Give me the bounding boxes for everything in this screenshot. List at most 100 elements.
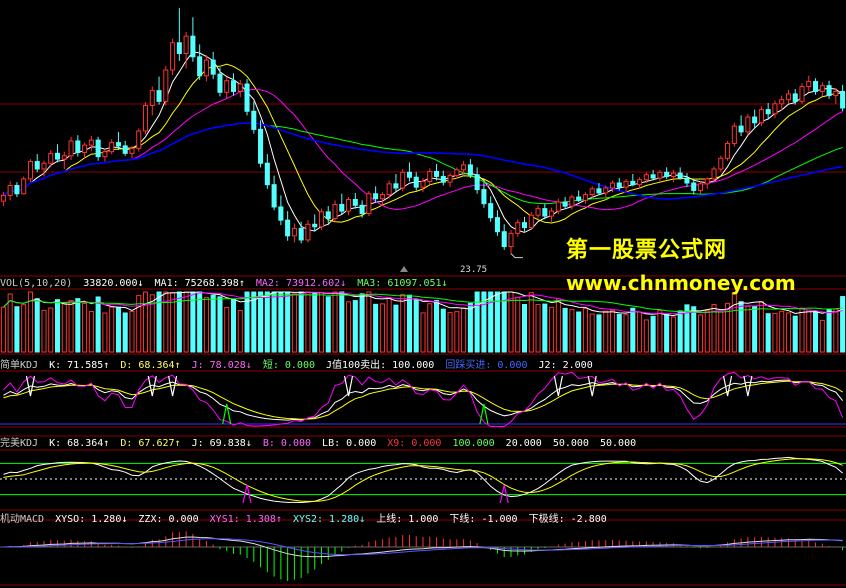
vol-ma3: MA3: 61097.051↓ (357, 278, 448, 289)
volume-bar (752, 305, 758, 353)
volume-bar (562, 307, 568, 353)
volume-bar (156, 291, 162, 353)
candle-body (21, 178, 27, 195)
candle-body (346, 199, 352, 212)
volume-bar (549, 306, 555, 353)
candle-body (190, 35, 196, 58)
macd-panel (0, 531, 846, 581)
candle-body (95, 139, 101, 158)
candle-body (488, 203, 494, 219)
simple-kdj-panel (0, 371, 846, 427)
volume-bar (129, 311, 135, 353)
volume-bar (691, 306, 697, 353)
volume-bar (406, 294, 412, 353)
candle-body (738, 125, 744, 133)
volume-bar (298, 291, 304, 353)
kdj2-20: 20.000 (505, 438, 542, 449)
candle-body (251, 110, 257, 130)
volume-bar (230, 298, 237, 353)
volume-bar (427, 303, 433, 353)
volume-bar (68, 300, 74, 353)
candle-body (691, 182, 697, 191)
volume-bar (664, 314, 670, 353)
volume-bar (582, 307, 588, 353)
candle-body (792, 93, 798, 102)
kdj1-d: D: 68.364↑ (120, 360, 181, 371)
volume-bar (346, 301, 352, 353)
volume-bar (48, 307, 54, 353)
candle-body (406, 171, 412, 178)
volume-bar (420, 312, 426, 353)
kdj2-100: 100.000 (452, 438, 495, 449)
candle-body (637, 179, 643, 186)
volume-bar (258, 291, 264, 353)
volume-bar (840, 296, 846, 353)
candle-body (501, 231, 507, 248)
candle-body (779, 99, 785, 105)
candle-body (237, 83, 243, 92)
candle-body (129, 147, 135, 154)
volume-bar (95, 296, 101, 353)
ma5-line (3, 51, 843, 233)
vol-ma10-line (3, 291, 843, 315)
candle-body (298, 227, 304, 241)
macd-xyso: XYSO: 1.280↓ (55, 514, 128, 525)
macd-lowest: 下极线: -2.800 (528, 514, 607, 525)
candle-body (840, 90, 846, 109)
candle-body (170, 42, 176, 71)
volume-bar (142, 291, 149, 353)
candle-body (183, 35, 189, 54)
macd-upper: 上线: 1.000 (376, 514, 439, 525)
volume-bar (190, 291, 196, 353)
candle-body (197, 56, 203, 77)
candle-body (75, 140, 81, 153)
time-cursor-marker (400, 266, 408, 272)
candle-body (122, 145, 128, 154)
candle-body (352, 199, 358, 206)
volume-bar (799, 307, 805, 353)
volume-bar (291, 293, 297, 353)
kdj1-sell-signal (553, 375, 563, 397)
volume-bar (643, 319, 649, 353)
kdj2-k-line (3, 456, 843, 504)
candle-body (210, 59, 216, 75)
candle-body (725, 142, 731, 159)
candle-body (508, 232, 514, 248)
candle-body (521, 222, 528, 229)
candle-body (379, 194, 385, 200)
vol-value: 33820.000↓ (83, 278, 144, 289)
candle-body (156, 90, 162, 102)
candle-body (819, 85, 825, 92)
candle-body (582, 194, 588, 201)
candle-body (515, 222, 521, 234)
kdj1-j: J: 78.028↓ (191, 360, 252, 371)
candle-body (400, 171, 406, 189)
vol-ma1: MA1: 75268.398↑ (154, 278, 245, 289)
candle-body (258, 128, 264, 164)
macd-xys2: XYS2: 1.280↓ (292, 514, 366, 525)
candle-body (765, 109, 771, 115)
candle-body (528, 214, 534, 229)
candle-body (54, 152, 61, 160)
candle-body (718, 157, 724, 170)
kdj2-50a: 50.000 (552, 438, 589, 449)
macd-lower: 下线: -1.000 (449, 514, 518, 525)
candle-body (670, 172, 676, 177)
candle-body (413, 176, 419, 188)
volume-bar (785, 312, 792, 353)
candle-body (0, 194, 6, 202)
watermark-url: www.chnmoney.com (566, 271, 796, 295)
candle-body (115, 142, 121, 147)
volume-bar (0, 306, 6, 353)
candle-body (88, 139, 94, 146)
kdj2-k: K: 68.364↑ (49, 438, 110, 449)
volume-bar (826, 308, 832, 353)
kdj1-buy-signal (479, 403, 489, 425)
candle-body (7, 185, 13, 196)
candle-body (271, 184, 277, 208)
volume-bar (400, 294, 406, 353)
volume-bar (535, 303, 541, 353)
candle-body (697, 183, 704, 191)
candle-body (535, 208, 541, 216)
candle-body (664, 171, 670, 177)
